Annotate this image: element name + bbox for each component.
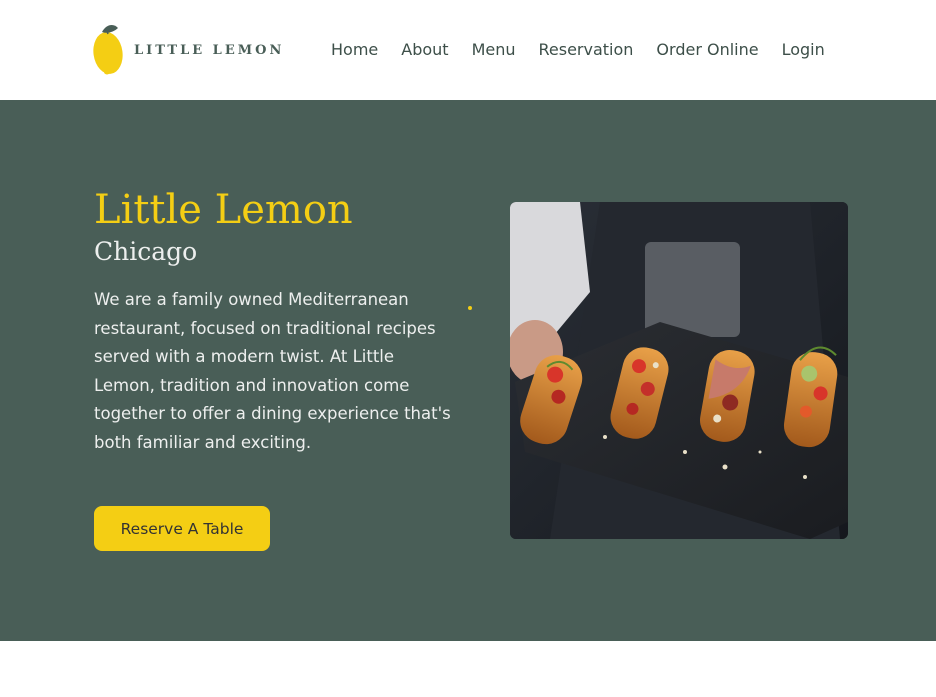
main-nav: Home About Menu Reservation Order Online… [331, 38, 825, 62]
nav-order-online[interactable]: Order Online [656, 38, 758, 62]
nav-about[interactable]: About [401, 38, 448, 62]
nav-login[interactable]: Login [782, 38, 825, 62]
lemon-icon [92, 24, 126, 76]
hero-description: We are a family owned Mediterranean rest… [94, 290, 451, 452]
logo-text: LITTLE LEMON [134, 42, 285, 58]
nav-home[interactable]: Home [331, 38, 378, 62]
logo-link[interactable]: LITTLE LEMON [92, 24, 284, 76]
hero-title: Little Lemon [94, 187, 353, 233]
decorative-dot [468, 306, 472, 310]
hero-section: Little Lemon Chicago We are a family own… [0, 100, 936, 641]
nav-menu[interactable]: Menu [472, 38, 516, 62]
site-header: LITTLE LEMON Home About Menu Reservation… [0, 0, 936, 100]
hero-subtitle: Chicago [94, 237, 198, 266]
nav-reservation[interactable]: Reservation [539, 38, 634, 62]
hero-food-image [510, 202, 848, 539]
reserve-table-button[interactable]: Reserve A Table [94, 506, 270, 551]
